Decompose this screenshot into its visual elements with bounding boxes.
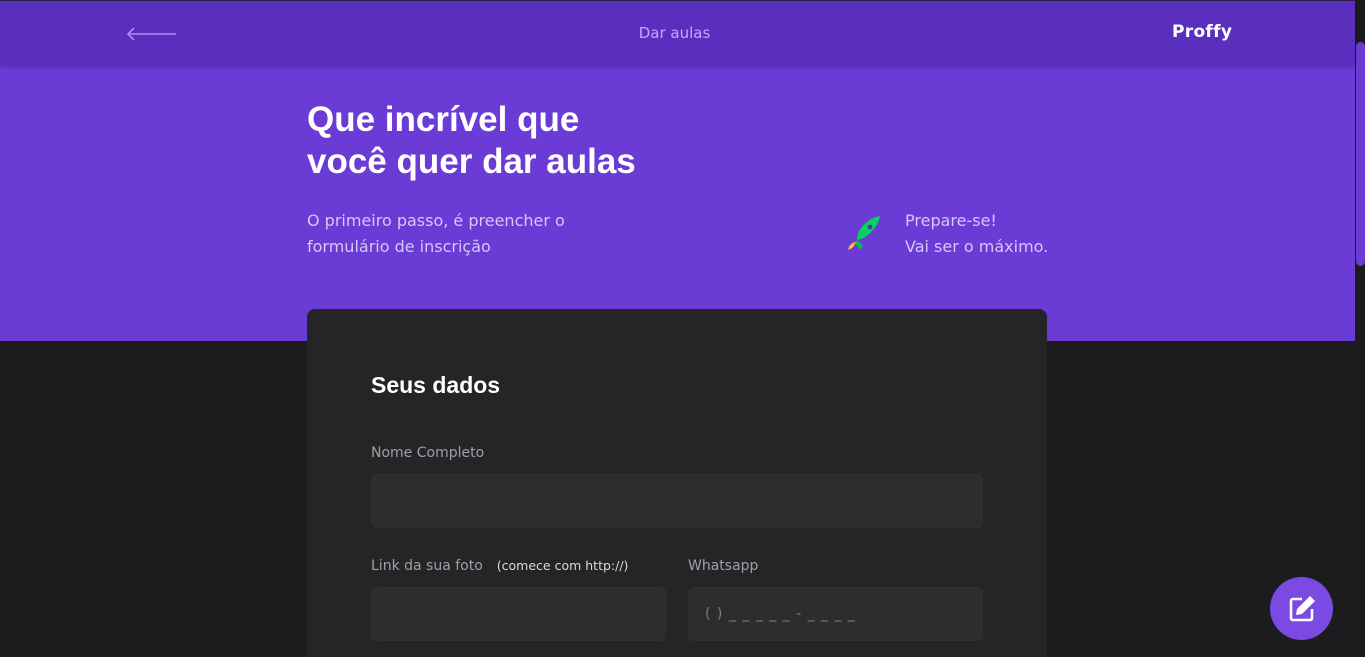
- photo-url-input[interactable]: [371, 587, 666, 641]
- name-label: Nome Completo: [371, 445, 485, 461]
- logo: Proffy: [1172, 22, 1233, 42]
- scrollbar-thumb[interactable]: [1356, 42, 1365, 266]
- hero-title-line-2: você quer dar aulas: [307, 142, 636, 181]
- photo-hint: (comece com http://): [496, 558, 629, 573]
- photo-label: Link da sua foto (comece com http://): [371, 558, 628, 574]
- hero-note-line-2: Vai ser o máximo.: [905, 237, 1049, 256]
- hero-description-line-2: formulário de inscrição: [307, 237, 491, 256]
- hero-title: Que incrível que você quer dar aulas: [307, 99, 827, 183]
- name-input[interactable]: [371, 474, 983, 528]
- photo-label-text: Link da sua foto: [371, 558, 483, 574]
- hero-description: O primeiro passo, é preencher o formulár…: [307, 208, 607, 260]
- hero-title-line-1: Que incrível que: [307, 100, 580, 139]
- whatsapp-input[interactable]: ( ) _ _ _ _ _ - _ _ _ _: [688, 587, 983, 641]
- hero-note-line-1: Prepare-se!: [905, 211, 997, 230]
- edit-icon: [1289, 595, 1315, 621]
- page: Dar aulas Proffy Que incrível que você q…: [0, 0, 1365, 657]
- top-bar: Dar aulas Proffy: [0, 0, 1355, 66]
- page-title: Dar aulas: [638, 24, 711, 42]
- registration-form-card: Seus dados Nome Completo Link da sua fot…: [307, 309, 1047, 657]
- scrollbar[interactable]: [1355, 0, 1365, 657]
- hero-description-line-1: O primeiro passo, é preencher o: [307, 211, 565, 230]
- hero-note: Prepare-se! Vai ser o máximo.: [905, 208, 1105, 260]
- rocket-icon: [848, 216, 880, 250]
- whatsapp-label: Whatsapp: [688, 558, 759, 574]
- section-title: Seus dados: [371, 372, 501, 398]
- edit-fab-button[interactable]: [1270, 577, 1333, 640]
